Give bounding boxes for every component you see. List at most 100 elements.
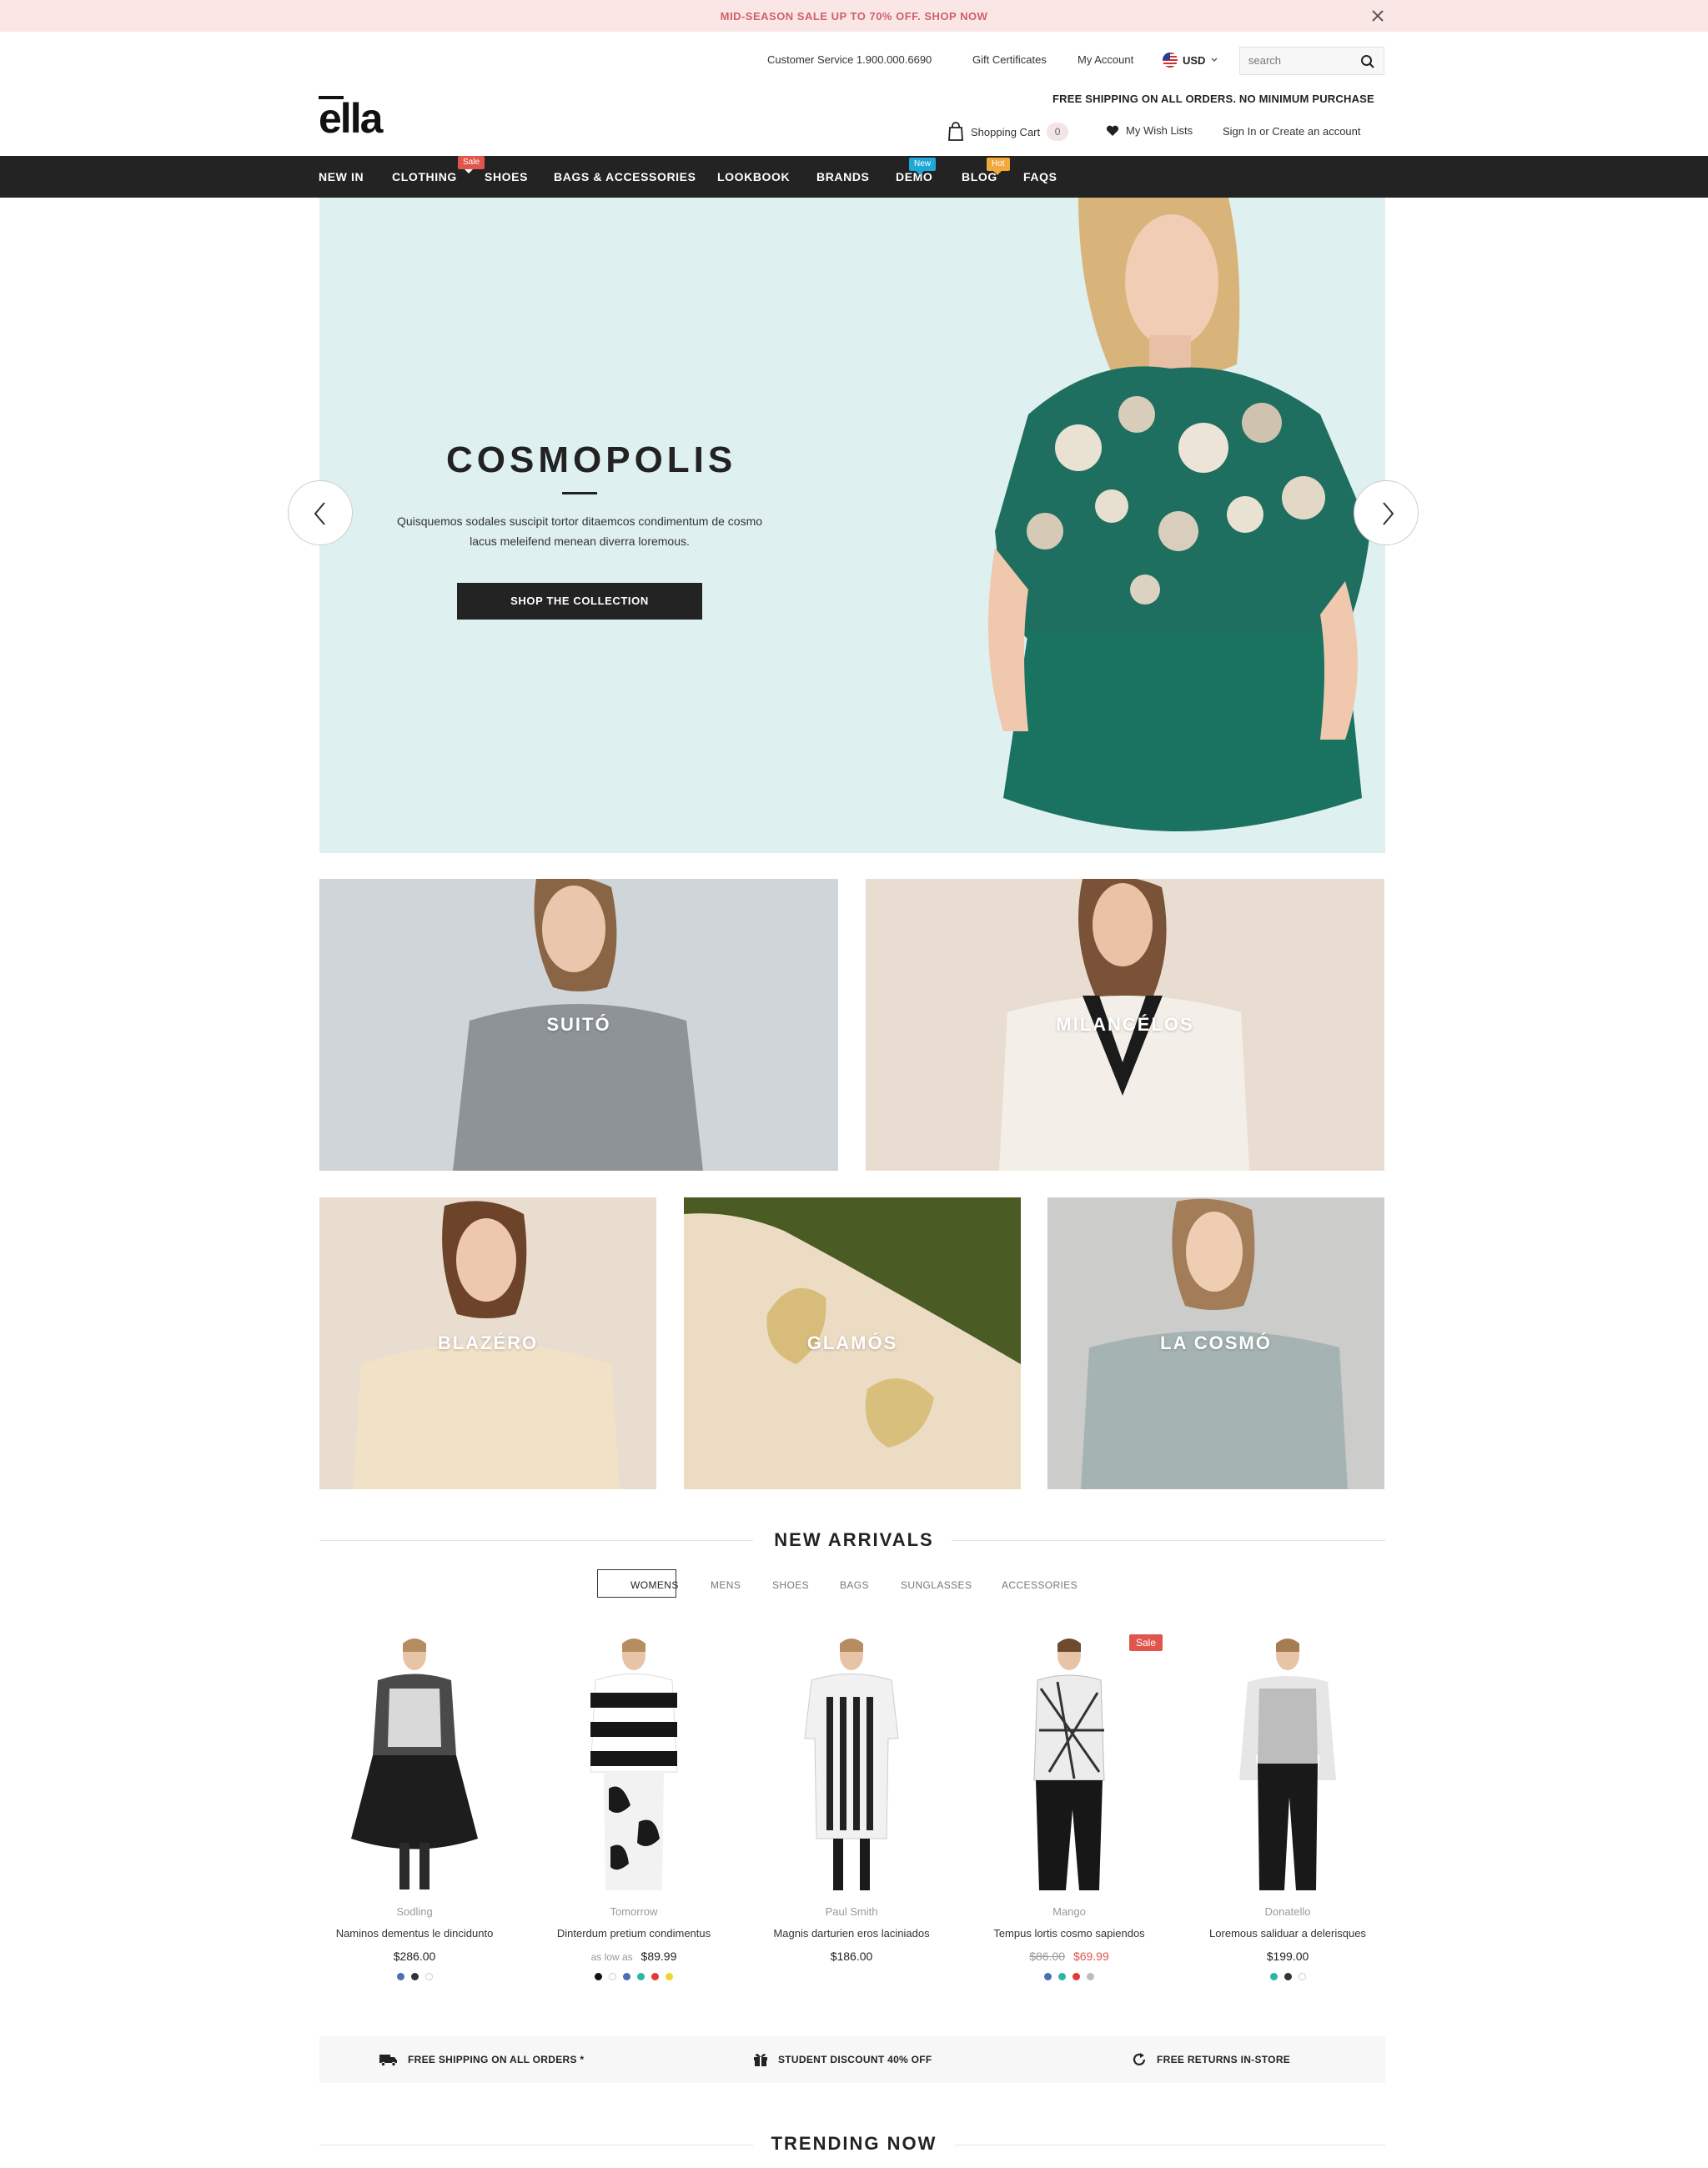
old-price: $86.00: [1029, 1950, 1066, 1963]
product-name[interactable]: Magnis darturien eros laciniados: [740, 1927, 963, 1940]
new-arrivals-title: NEW ARRIVALS: [774, 1529, 934, 1550]
color-swatch[interactable]: [410, 1973, 419, 1980]
search-box: [1239, 47, 1384, 75]
category-label: BLAZÉRO: [437, 1332, 539, 1353]
color-swatch[interactable]: [1058, 1973, 1066, 1980]
gift-certificates-link[interactable]: Gift Certificates: [972, 53, 1047, 66]
product-brand: Paul Smith: [825, 1905, 878, 1918]
tab-mens[interactable]: MENS: [711, 1579, 741, 1591]
product-name[interactable]: Loremous saliduar a delerisques: [1176, 1927, 1399, 1940]
currency-selector[interactable]: USD: [1163, 53, 1218, 68]
hero-divider: [562, 492, 597, 494]
nav-item-blog[interactable]: BLOG Hot: [962, 158, 1010, 183]
product-name[interactable]: Dinterdum pretium condimentus: [522, 1927, 746, 1940]
my-account-link[interactable]: My Account: [1078, 53, 1133, 66]
color-swatches: [974, 1973, 1164, 1980]
category-tile-la-cosmo[interactable]: LA COSMÓ: [1047, 1197, 1384, 1489]
color-swatch[interactable]: [609, 1973, 616, 1980]
category-label: SUITÓ: [546, 1014, 611, 1035]
hero-model-image: [988, 198, 1370, 831]
truck-icon: [379, 2055, 397, 2066]
color-swatches: [539, 1973, 729, 1980]
sign-in-link[interactable]: Sign In or Create an account: [1223, 125, 1361, 138]
nav-item-brands[interactable]: BRANDS: [816, 170, 870, 183]
hero-slider: COSMOPOLIS Quisquemos sodales suscipit t…: [319, 198, 1385, 853]
color-swatch[interactable]: [637, 1973, 645, 1980]
product-sale-badge: Sale: [1129, 1634, 1163, 1651]
price-prefix: as low as: [590, 1951, 633, 1963]
category-label: MILANCÉLOS: [1056, 1014, 1194, 1035]
service-label: STUDENT DISCOUNT 40% OFF: [778, 2054, 932, 2065]
product-image[interactable]: [1193, 1630, 1383, 1894]
nav-item-lookbook[interactable]: LOOKBOOK: [717, 170, 790, 183]
tab-accessories[interactable]: ACCESSORIES: [1002, 1579, 1078, 1591]
chevron-down-icon: [1211, 58, 1218, 62]
color-swatch[interactable]: [595, 1973, 602, 1980]
nav-item-clothing[interactable]: CLOTHING: [392, 170, 457, 183]
tab-sunglasses[interactable]: SUNGLASSES: [901, 1579, 972, 1591]
product-image[interactable]: [319, 1630, 510, 1894]
trending-now-title: TRENDING NOW: [771, 2133, 937, 2154]
announcement-bar: MID-SEASON SALE UP TO 70% OFF. SHOP NOW: [0, 0, 1708, 32]
tab-bags[interactable]: BAGS: [840, 1579, 869, 1591]
ella-logo[interactable]: ella: [319, 94, 405, 138]
free-shipping-note: FREE SHIPPING ON ALL ORDERS. NO MINIMUM …: [1052, 93, 1374, 105]
hot-badge-text: Hot: [992, 159, 1005, 168]
hot-badge: Hot: [987, 158, 1010, 175]
logo-text: ella: [319, 95, 384, 138]
color-swatch[interactable]: [623, 1973, 630, 1980]
nav-item-shoes[interactable]: SHOES Sale: [458, 156, 528, 183]
service-label: FREE SHIPPING ON ALL ORDERS *: [408, 2054, 585, 2065]
color-swatches: [319, 1973, 510, 1980]
category-tile-glamos[interactable]: GLAMÓS: [684, 1197, 1021, 1489]
product-name[interactable]: Tempus lortis cosmo sapiendos: [957, 1927, 1181, 1940]
slider-next-button[interactable]: [1354, 480, 1419, 545]
nav-item-new-in[interactable]: NEW IN: [319, 170, 364, 183]
tab-womens[interactable]: WOMENS: [630, 1579, 679, 1591]
color-swatch[interactable]: [666, 1973, 673, 1980]
category-tile-milancelos[interactable]: MILANCÉLOS: [866, 879, 1384, 1171]
color-swatch[interactable]: [651, 1973, 659, 1980]
customer-service-link[interactable]: Customer Service 1.900.000.6690: [767, 53, 932, 66]
price-value: $186.00: [830, 1950, 873, 1963]
color-swatch[interactable]: [1298, 1973, 1306, 1980]
color-swatch[interactable]: [1044, 1973, 1052, 1980]
shopping-cart-link[interactable]: Shopping Cart 0: [947, 122, 1069, 142]
category-tile-suito[interactable]: SUITÓ: [319, 879, 838, 1171]
announcement-text[interactable]: MID-SEASON SALE UP TO 70% OFF. SHOP NOW: [0, 10, 1708, 23]
category-label: LA COSMÓ: [1160, 1332, 1272, 1353]
nav-item-bags-accessories[interactable]: BAGS & ACCESSORIES: [554, 170, 696, 183]
product-image[interactable]: [539, 1630, 729, 1894]
price-value: $286.00: [393, 1950, 436, 1963]
product-image[interactable]: [974, 1630, 1164, 1894]
slider-prev-button[interactable]: [288, 480, 353, 545]
gift-icon: [754, 2054, 767, 2066]
product-name[interactable]: Naminos dementus le dincidunto: [303, 1927, 526, 1940]
color-swatch[interactable]: [1284, 1973, 1292, 1980]
wish-list-link[interactable]: My Wish Lists: [1106, 124, 1193, 137]
tab-shoes[interactable]: SHOES: [772, 1579, 809, 1591]
nav-item-demo[interactable]: DEMO New: [896, 158, 937, 183]
category-label: GLAMÓS: [806, 1332, 898, 1353]
product-price: $286.00: [319, 1950, 510, 1963]
product-brand: Sodling: [396, 1905, 433, 1918]
shop-collection-button[interactable]: SHOP THE COLLECTION: [457, 583, 702, 620]
category-tile-blazero[interactable]: BLAZÉRO: [319, 1197, 656, 1489]
search-input[interactable]: [1248, 54, 1349, 67]
search-icon[interactable]: [1360, 54, 1375, 69]
color-swatch[interactable]: [1087, 1973, 1094, 1980]
color-swatches: [1193, 1973, 1383, 1980]
sale-badge: Sale: [458, 156, 485, 173]
close-icon[interactable]: [1369, 7, 1387, 25]
hero-title: COSMOPOLIS: [446, 439, 737, 480]
color-swatch[interactable]: [396, 1973, 404, 1980]
nav-item-faqs[interactable]: FAQS: [1023, 170, 1057, 183]
wish-label: My Wish Lists: [1126, 124, 1193, 137]
color-swatch[interactable]: [1073, 1973, 1080, 1980]
color-swatch[interactable]: [424, 1973, 433, 1980]
hero-description: Quisquemos sodales suscipit tortor ditae…: [396, 514, 763, 548]
nav-item-demo-label: DEMO: [896, 170, 933, 183]
cart-count-badge: 0: [1047, 123, 1069, 141]
product-image[interactable]: [756, 1630, 947, 1894]
color-swatch[interactable]: [1269, 1973, 1278, 1980]
